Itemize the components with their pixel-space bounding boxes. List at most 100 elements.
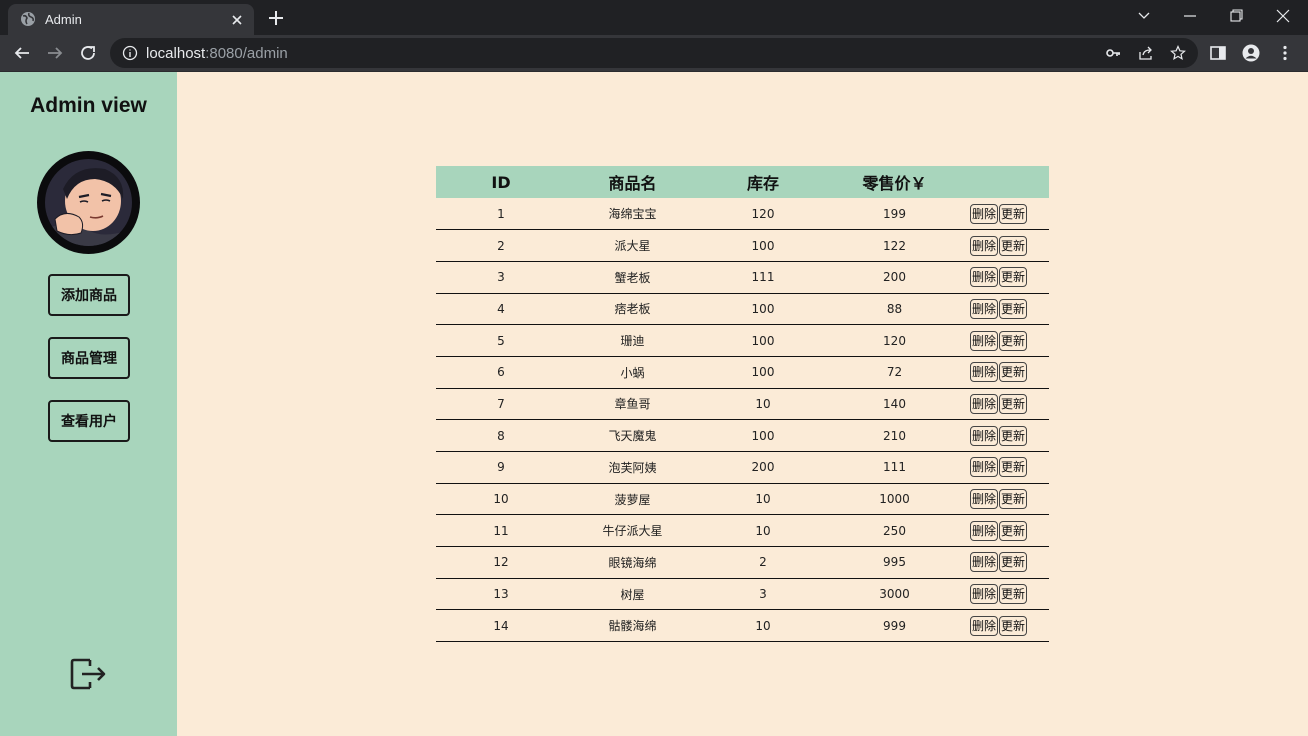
cell-id: 5 — [497, 333, 505, 348]
close-tab-icon[interactable] — [229, 12, 245, 28]
cell-stock: 100 — [751, 238, 775, 253]
delete-button[interactable]: 删除 — [970, 393, 999, 414]
table-row: 4 痞老板 100 88 删除 更新 — [436, 293, 1049, 325]
update-button[interactable]: 更新 — [999, 615, 1028, 636]
forward-icon[interactable] — [45, 43, 65, 63]
cell-actions: 删除 更新 — [962, 515, 1049, 547]
sidebar: Admin view 添加商品 商品管理 查看用户 — [0, 72, 177, 736]
bookmark-star-icon[interactable] — [1170, 45, 1186, 61]
cell-price: 250 — [883, 523, 906, 538]
key-icon[interactable] — [1105, 45, 1121, 61]
update-button[interactable]: 更新 — [999, 489, 1028, 510]
reload-icon[interactable] — [78, 43, 98, 63]
update-button[interactable]: 更新 — [999, 330, 1028, 351]
url-text: localhost:8080/admin — [146, 45, 288, 62]
cell-name: 眼镜海绵 — [608, 555, 657, 570]
update-button[interactable]: 更新 — [999, 584, 1028, 605]
delete-button[interactable]: 删除 — [970, 457, 999, 478]
cell-price: 999 — [883, 618, 906, 633]
update-button[interactable]: 更新 — [999, 267, 1028, 288]
products-table: ID 商品名 库存 零售价￥ 1 海绵宝宝 120 199 删除 更新 2 派大星 100 122… — [436, 166, 1049, 642]
cell-actions: 删除 更新 — [962, 610, 1049, 642]
cell-name: 骷髅海绵 — [608, 619, 657, 634]
update-button[interactable]: 更新 — [999, 520, 1028, 541]
cell-stock: 111 — [751, 270, 775, 285]
browser-tab[interactable]: Admin — [8, 4, 254, 35]
delete-button[interactable]: 删除 — [970, 552, 999, 573]
delete-button[interactable]: 删除 — [970, 298, 999, 319]
share-icon[interactable] — [1138, 45, 1154, 61]
cell-actions: 删除 更新 — [962, 388, 1049, 420]
cell-price: 140 — [883, 396, 906, 411]
table-header-row: ID 商品名 库存 零售价￥ — [436, 166, 1049, 198]
address-bar[interactable]: localhost:8080/admin — [110, 38, 1198, 68]
profile-icon[interactable] — [1242, 44, 1260, 62]
add-product-button[interactable]: 添加商品 — [48, 274, 130, 316]
site-info-icon[interactable] — [122, 45, 138, 61]
delete-button[interactable]: 删除 — [970, 425, 999, 446]
delete-button[interactable]: 删除 — [970, 203, 999, 224]
table-row: 5 珊迪 100 120 删除 更新 — [436, 325, 1049, 357]
tab-search-icon[interactable] — [1130, 4, 1158, 28]
cell-actions: 删除 更新 — [962, 547, 1049, 579]
delete-button[interactable]: 删除 — [970, 615, 999, 636]
update-button[interactable]: 更新 — [999, 235, 1028, 256]
cell-actions: 删除 更新 — [962, 325, 1049, 357]
cell-name: 飞天魔鬼 — [608, 429, 657, 444]
cell-name: 菠萝屋 — [614, 492, 651, 507]
view-users-button[interactable]: 查看用户 — [48, 400, 130, 442]
delete-button[interactable]: 删除 — [970, 489, 999, 510]
table-row: 6 小蜗 100 72 删除 更新 — [436, 356, 1049, 389]
cell-price: 111 — [883, 460, 906, 475]
back-icon[interactable] — [12, 43, 32, 63]
update-button[interactable]: 更新 — [999, 203, 1028, 224]
delete-button[interactable]: 删除 — [970, 267, 999, 288]
table-row: 11 牛仔派大星 10 250 删除 更新 — [436, 515, 1049, 547]
cell-actions: 删除 更新 — [962, 578, 1049, 610]
update-button[interactable]: 更新 — [999, 298, 1028, 319]
cell-name: 痞老板 — [614, 302, 651, 317]
cell-stock: 3 — [759, 587, 767, 602]
side-panel-icon[interactable] — [1209, 44, 1227, 62]
cell-id: 9 — [497, 460, 505, 475]
browser-tab-strip: Admin — [0, 0, 1308, 35]
cell-id: 12 — [493, 555, 509, 570]
update-button[interactable]: 更新 — [999, 552, 1028, 573]
cell-stock: 200 — [751, 460, 775, 475]
delete-button[interactable]: 删除 — [970, 235, 999, 256]
table-row: 3 蟹老板 111 200 删除 更新 — [436, 261, 1049, 294]
cell-name: 泡芙阿姨 — [608, 460, 657, 475]
globe-icon — [21, 12, 35, 26]
delete-button[interactable]: 删除 — [970, 330, 999, 351]
logout-icon[interactable] — [68, 654, 108, 694]
cell-price: 200 — [883, 270, 906, 285]
products-table-container: ID 商品名 库存 零售价￥ 1 海绵宝宝 120 199 删除 更新 2 派大星 100 122… — [436, 166, 1049, 642]
cell-actions: 删除 更新 — [962, 420, 1049, 452]
table-row: 8 飞天魔鬼 100 210 删除 更新 — [436, 420, 1049, 452]
update-button[interactable]: 更新 — [999, 457, 1028, 478]
header-stock: 库存 — [746, 174, 779, 193]
menu-kebab-icon[interactable] — [1276, 44, 1294, 62]
cell-id: 8 — [497, 428, 505, 443]
cell-stock: 10 — [755, 492, 771, 507]
sidebar-title: Admin view — [30, 94, 147, 117]
delete-button[interactable]: 删除 — [970, 362, 999, 383]
delete-button[interactable]: 删除 — [970, 520, 999, 541]
minimize-icon[interactable] — [1176, 4, 1204, 28]
restore-icon[interactable] — [1222, 4, 1250, 28]
tab-title: Admin — [45, 12, 82, 27]
manage-products-button[interactable]: 商品管理 — [48, 337, 130, 379]
cell-stock: 10 — [755, 396, 771, 411]
table-row: 1 海绵宝宝 120 199 删除 更新 — [436, 198, 1049, 230]
update-button[interactable]: 更新 — [999, 393, 1028, 414]
update-button[interactable]: 更新 — [999, 425, 1028, 446]
cell-id: 7 — [497, 396, 505, 411]
update-button[interactable]: 更新 — [999, 362, 1028, 383]
cell-actions: 删除 更新 — [962, 198, 1049, 230]
new-tab-icon[interactable] — [266, 8, 286, 28]
cell-stock: 100 — [751, 333, 775, 348]
cell-stock: 100 — [751, 365, 775, 380]
delete-button[interactable]: 删除 — [970, 584, 999, 605]
header-actions — [962, 166, 1049, 198]
close-window-icon[interactable] — [1269, 4, 1297, 28]
